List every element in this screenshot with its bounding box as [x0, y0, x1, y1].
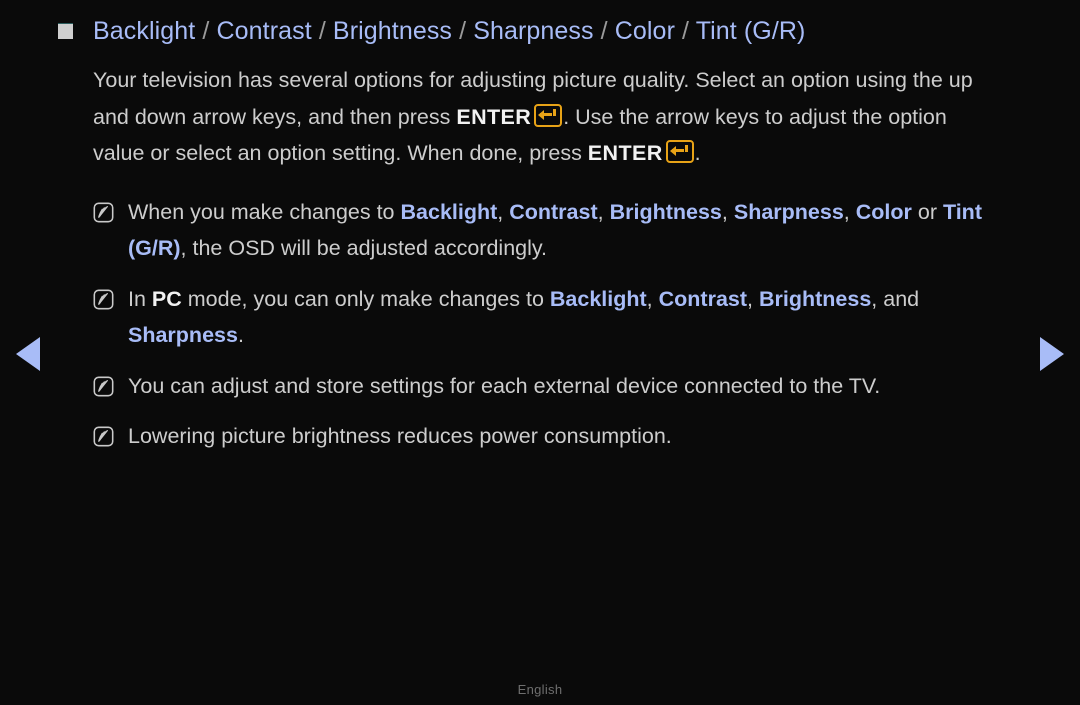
- note-text: When you make changes to Backlight, Cont…: [128, 194, 1038, 267]
- heading-keyword: Contrast: [216, 17, 312, 45]
- intro-paragraph: Your television has several options for …: [93, 62, 998, 172]
- heading-separator: /: [311, 17, 333, 45]
- note-plain-text: Lowering picture brightness reduces powe…: [128, 424, 672, 448]
- previous-page-button[interactable]: [16, 337, 40, 371]
- enter-label-2: ENTER: [587, 141, 663, 165]
- note-keyword-mode: PC: [151, 286, 182, 311]
- note-plain-text: ,: [747, 286, 759, 311]
- heading-keyword: Brightness: [332, 17, 453, 45]
- note-keyword: Color: [855, 199, 912, 224]
- note-keyword: Contrast: [509, 199, 598, 224]
- note-plain-text: or: [911, 199, 943, 224]
- heading-keyword: Backlight: [93, 17, 196, 45]
- heading-separator: /: [195, 17, 217, 45]
- language-footer: English: [517, 682, 563, 697]
- content-column: Backlight / Contrast / Brightness / Shar…: [58, 14, 1038, 469]
- square-bullet-icon: [58, 23, 73, 39]
- note-pencil-icon: [93, 376, 114, 397]
- note-item: In PC mode, you can only make changes to…: [93, 281, 1038, 354]
- page-heading-row: Backlight / Contrast / Brightness / Shar…: [58, 14, 1038, 48]
- note-keyword: Backlight: [400, 199, 498, 224]
- note-plain-text: You can adjust and store settings for ea…: [128, 373, 881, 398]
- note-plain-text: .: [237, 323, 244, 347]
- note-text: You can adjust and store settings for ea…: [128, 368, 1038, 405]
- emanual-page: Backlight / Contrast / Brightness / Shar…: [0, 0, 1080, 705]
- note-pencil-icon: [93, 202, 114, 223]
- note-plain-text: mode, you can only make changes to: [181, 286, 550, 311]
- note-item: Lowering picture brightness reduces powe…: [93, 418, 1038, 455]
- intro-text-part-3: .: [694, 141, 701, 165]
- note-plain-text: ,: [843, 199, 856, 224]
- notes-list: When you make changes to Backlight, Cont…: [93, 194, 1038, 455]
- note-keyword: Sharpness: [733, 199, 844, 224]
- note-pencil-icon: [93, 289, 114, 310]
- note-plain-text: ,: [646, 286, 659, 311]
- note-keyword: Backlight: [549, 286, 647, 311]
- note-keyword: Contrast: [658, 286, 748, 311]
- enter-key-icon: [534, 103, 563, 127]
- note-plain-text: ,: [721, 199, 734, 224]
- note-text: Lowering picture brightness reduces powe…: [128, 418, 1038, 455]
- enter-key-icon: [665, 140, 694, 163]
- note-plain-text: When you make changes to: [128, 199, 401, 224]
- note-plain-text: In: [128, 286, 152, 311]
- heading-keyword: Sharpness: [473, 17, 594, 45]
- note-item: When you make changes to Backlight, Cont…: [93, 194, 1038, 267]
- note-plain-text: , the OSD will be adjusted accordingly.: [180, 236, 548, 260]
- heading-keyword: Tint (G/R): [695, 17, 806, 45]
- heading-separator: /: [452, 17, 474, 45]
- note-item: You can adjust and store settings for ea…: [93, 368, 1038, 405]
- note-keyword: Brightness: [758, 286, 872, 311]
- note-plain-text: ,: [497, 199, 510, 224]
- heading-separator: /: [593, 17, 615, 45]
- heading-keyword: Color: [614, 17, 675, 45]
- heading-separator: /: [675, 17, 696, 45]
- note-keyword: Brightness: [609, 199, 722, 224]
- note-text: In PC mode, you can only make changes to…: [128, 281, 1038, 354]
- note-pencil-icon: [93, 426, 114, 447]
- note-keyword: Sharpness: [128, 323, 238, 347]
- enter-label-1: ENTER: [456, 104, 532, 129]
- note-plain-text: ,: [597, 199, 610, 224]
- note-plain-text: , and: [871, 286, 920, 311]
- next-page-button[interactable]: [1040, 337, 1064, 371]
- page-title: Backlight / Contrast / Brightness / Shar…: [93, 14, 805, 48]
